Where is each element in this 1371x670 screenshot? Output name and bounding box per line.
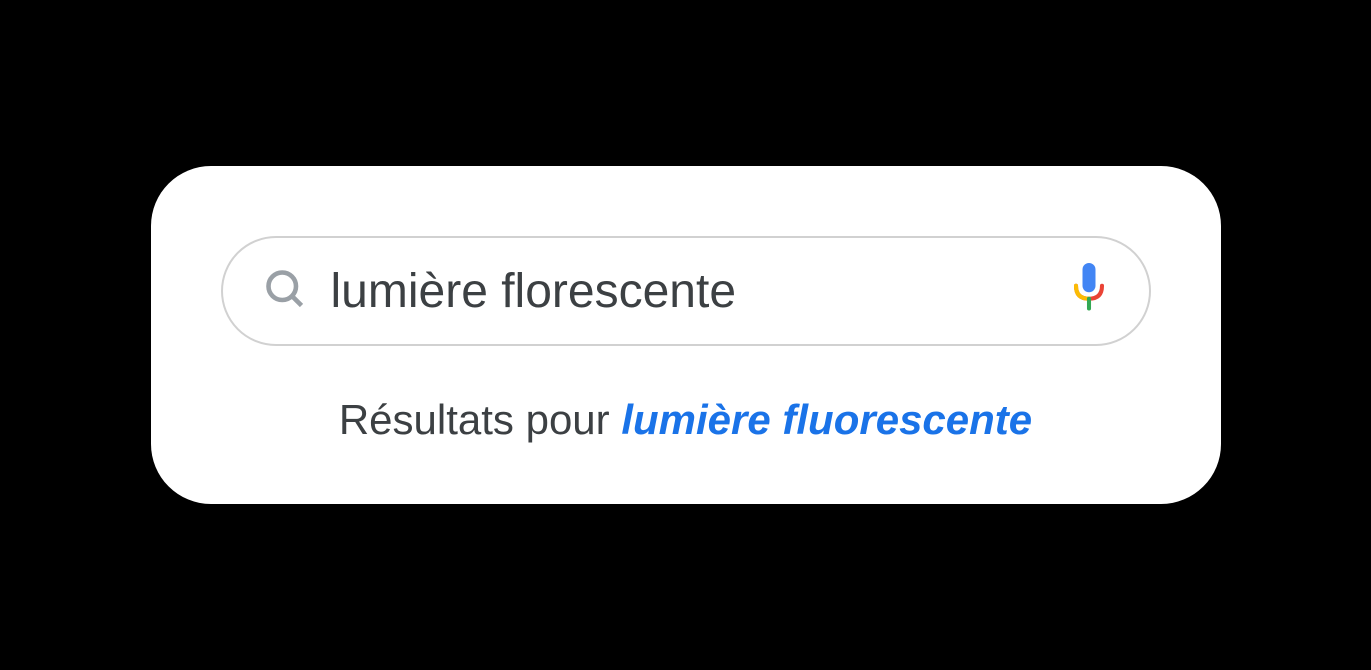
corrected-query-link[interactable]: lumière fluorescente	[621, 396, 1032, 443]
microphone-icon[interactable]	[1069, 263, 1109, 320]
search-card: Résultats pour lumière fluorescente	[151, 166, 1221, 504]
search-input[interactable]	[331, 264, 1045, 319]
search-icon	[263, 267, 307, 316]
spelling-correction: Résultats pour lumière fluorescente	[221, 396, 1151, 444]
result-prefix: Résultats pour	[339, 396, 621, 443]
search-bar[interactable]	[221, 236, 1151, 346]
